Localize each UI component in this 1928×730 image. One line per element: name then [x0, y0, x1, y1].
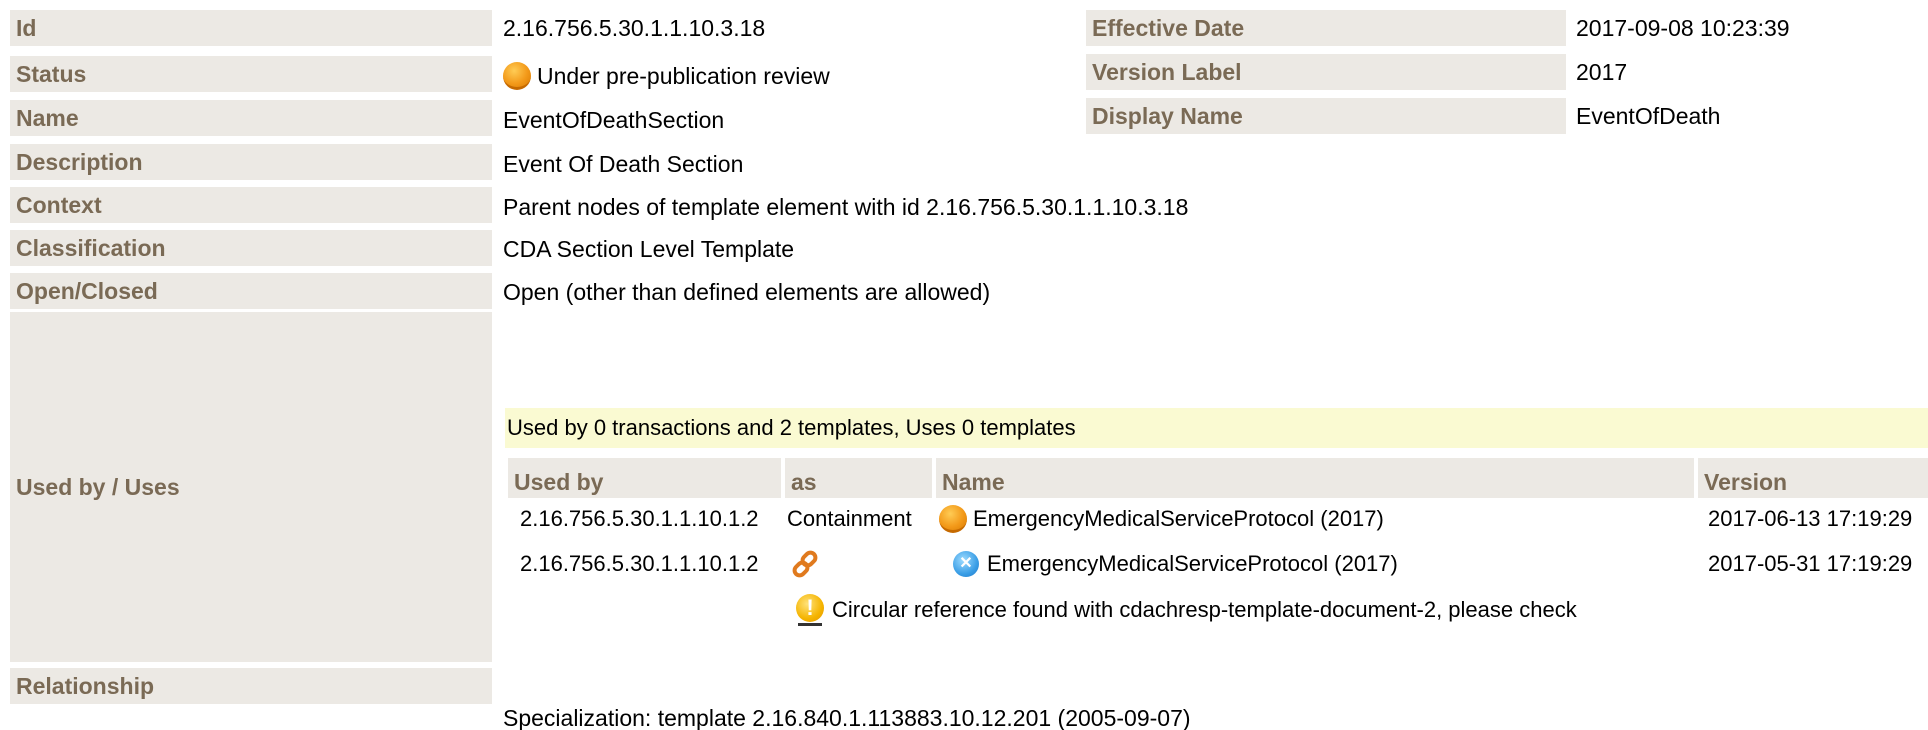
col-header-name: Name: [936, 458, 1694, 498]
relationship-label: Relationship: [10, 668, 492, 704]
description-value: Event Of Death Section: [503, 150, 744, 177]
row2-as: [790, 547, 820, 581]
context-label: Context: [10, 187, 492, 223]
row2-used-by[interactable]: 2.16.756.5.30.1.1.10.1.2: [520, 547, 759, 581]
name-label: Name: [10, 100, 492, 136]
circular-reference-warning: ! Circular reference found with cdachres…: [796, 592, 1577, 628]
status-value: Under pre-publication review: [503, 58, 830, 94]
name-value: EventOfDeathSection: [503, 106, 725, 133]
row1-name[interactable]: EmergencyMedicalServiceProtocol (2017): [939, 502, 1384, 536]
template-detail-page: Id Status Name Description Context Class…: [0, 0, 1928, 730]
status-label: Status: [10, 56, 492, 92]
pending-status-icon: [939, 505, 967, 533]
version-label-label: Version Label: [1086, 54, 1566, 90]
id-label: Id: [10, 10, 492, 46]
col-header-used-by: Used by: [508, 458, 781, 498]
cancelled-status-icon: ✕: [953, 551, 979, 577]
row2-name[interactable]: ✕ EmergencyMedicalServiceProtocol (2017): [953, 547, 1398, 581]
open-closed-label: Open/Closed: [10, 273, 492, 309]
col-header-as: as: [785, 458, 932, 498]
id-value: 2.16.756.5.30.1.1.10.3.18: [503, 14, 766, 41]
col-header-version: Version: [1698, 458, 1928, 498]
warning-icon: !: [796, 594, 824, 626]
version-label-value: 2017: [1576, 58, 1628, 85]
effective-date-label: Effective Date: [1086, 10, 1566, 46]
row1-as: Containment: [787, 506, 912, 531]
row2-name-text[interactable]: EmergencyMedicalServiceProtocol (2017): [987, 551, 1398, 577]
row1-used-by[interactable]: 2.16.756.5.30.1.1.10.1.2: [520, 502, 759, 536]
description-label: Description: [10, 144, 492, 180]
display-name-value: EventOfDeath: [1576, 102, 1721, 129]
used-by-uses-label: Used by / Uses: [10, 312, 492, 662]
effective-date-value: 2017-09-08 10:23:39: [1576, 14, 1790, 41]
context-value: Parent nodes of template element with id…: [503, 193, 1189, 220]
status-text: Under pre-publication review: [537, 62, 830, 89]
row1-name-text[interactable]: EmergencyMedicalServiceProtocol (2017): [973, 506, 1384, 532]
open-closed-value: Open (other than defined elements are al…: [503, 278, 991, 305]
classification-value: CDA Section Level Template: [503, 235, 795, 262]
relationship-value[interactable]: Specialization: template 2.16.840.1.1138…: [503, 705, 1191, 730]
display-name-label: Display Name: [1086, 98, 1566, 134]
usage-summary: Used by 0 transactions and 2 templates, …: [505, 408, 1928, 448]
link-icon: [792, 550, 818, 578]
pending-status-icon: [503, 62, 531, 90]
classification-label: Classification: [10, 230, 492, 266]
row2-version: 2017-05-31 17:19:29: [1708, 551, 1913, 576]
warning-text: Circular reference found with cdachresp-…: [832, 597, 1577, 622]
row1-version: 2017-06-13 17:19:29: [1708, 506, 1913, 531]
